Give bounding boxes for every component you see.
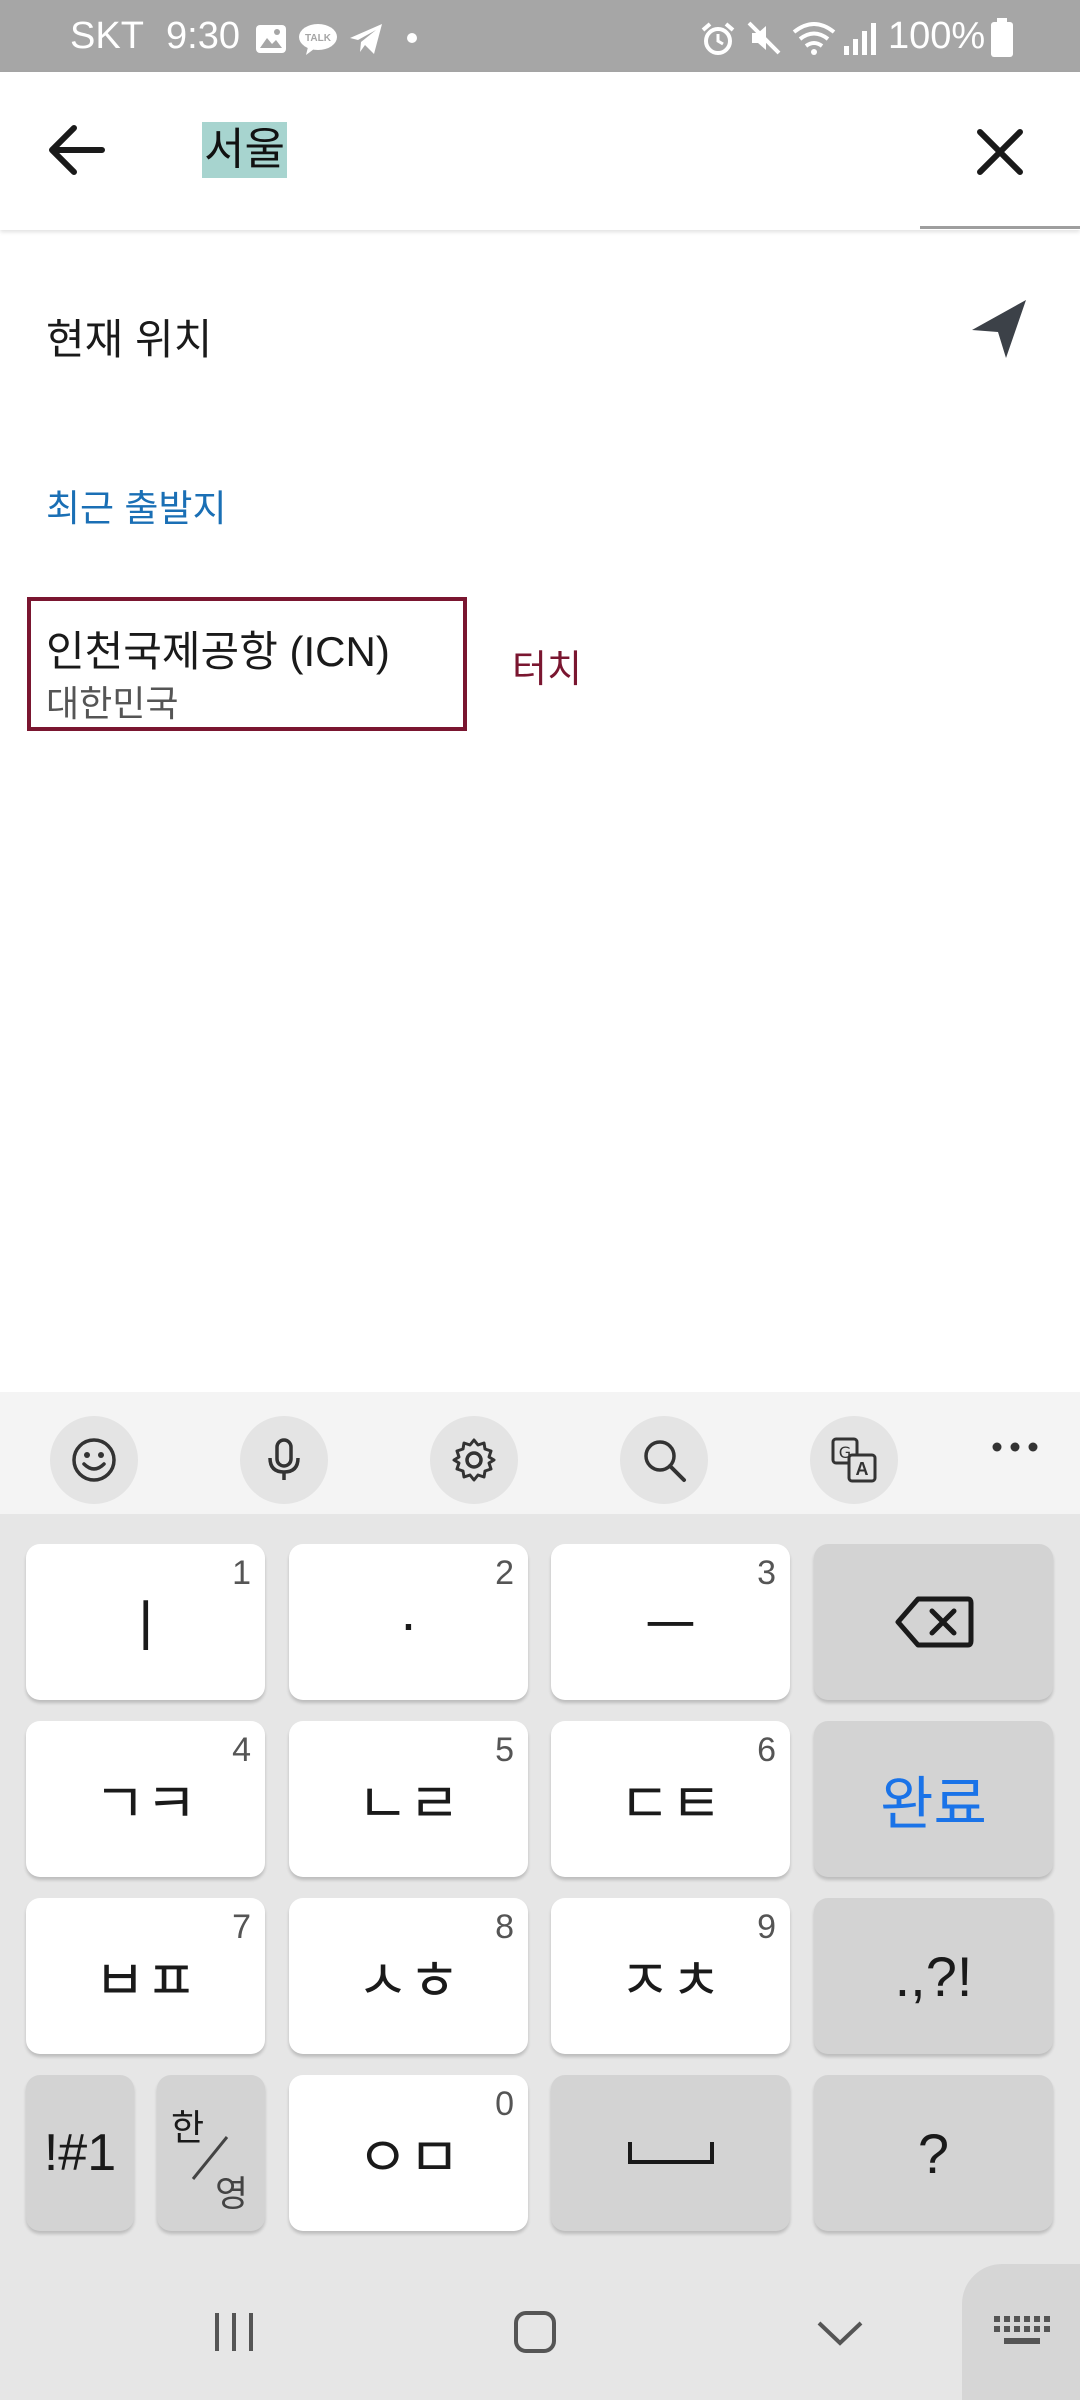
key-label-bottom: 영 — [215, 2173, 249, 2214]
key-s-h[interactable]: 8 ㅅㅎ — [289, 1898, 528, 2054]
navigation-arrow-icon — [972, 300, 1026, 358]
space-key[interactable] — [551, 2075, 790, 2231]
svg-text:TALK: TALK — [305, 33, 332, 44]
key-j-ch[interactable]: 9 ㅈㅊ — [551, 1898, 790, 2054]
translate-icon[interactable]: G A — [810, 1416, 898, 1504]
key-number: 4 — [232, 1731, 251, 1769]
key-n-r[interactable]: 5 ㄴㄹ — [289, 1721, 528, 1877]
done-key[interactable]: 완료 — [814, 1721, 1053, 1877]
image-icon — [256, 25, 286, 53]
key-label: ㄱㅋ — [93, 1771, 198, 1835]
key-d-t[interactable]: 6 ㄷㅌ — [551, 1721, 790, 1877]
question-key[interactable]: ? — [814, 2075, 1053, 2231]
microphone-icon[interactable] — [240, 1416, 328, 1504]
key-number: 2 — [495, 1554, 514, 1592]
key-number: 9 — [757, 1908, 776, 1946]
current-location-row[interactable]: 현재 위치 — [0, 270, 1080, 394]
svg-text:A: A — [856, 1459, 869, 1479]
search-underline — [920, 226, 1080, 229]
key-i[interactable]: 1 ㅣ — [26, 1544, 265, 1700]
key-label: ㅣ — [119, 1594, 172, 1658]
key-label: !#1 — [43, 2124, 117, 2182]
airport-country: 대한민국 — [46, 683, 179, 724]
keyboard: 1 ㅣ 2 · 3 ㅡ 4 ㄱㅋ 5 ㄴㄹ 6 ㄷㅌ 완료 7 ㅂㅍ 8 ㅅㅎ — [0, 1514, 1080, 2400]
current-location-label: 현재 위치 — [46, 316, 213, 363]
key-label: ㄴㄹ — [356, 1771, 461, 1835]
key-number: 1 — [232, 1554, 251, 1592]
keyboard-switch-button[interactable] — [962, 2264, 1080, 2400]
dot-icon — [407, 33, 417, 43]
key-label: ㅅㅎ — [356, 1948, 461, 2012]
recent-departures-header: 최근 출발지 — [46, 488, 227, 529]
carrier-label: SKT — [70, 15, 144, 57]
keyboard-icon — [994, 2316, 1050, 2344]
emoji-icon[interactable] — [50, 1416, 138, 1504]
recent-apps-icon[interactable] — [200, 2304, 268, 2360]
key-label: ㅈㅊ — [618, 1948, 723, 2012]
search-input[interactable]: 서울 — [202, 122, 287, 178]
airport-name: 인천국제공항 (ICN) — [46, 628, 390, 675]
key-label: ㅂㅍ — [93, 1948, 198, 2012]
kakaotalk-icon: TALK — [299, 24, 337, 55]
search-icon[interactable] — [620, 1416, 708, 1504]
status-bar: SKT 9:30 TALK 100% — [0, 0, 1080, 72]
punctuation-key[interactable]: .,?! — [814, 1898, 1053, 2054]
key-number: 0 — [495, 2085, 514, 2123]
clock: 9:30 — [166, 15, 240, 57]
touch-annotation: 터치 — [512, 649, 582, 691]
key-label: · — [399, 1590, 418, 1654]
wifi-icon — [792, 22, 836, 55]
key-label: ㅇㅁ — [356, 2125, 461, 2189]
hide-keyboard-icon[interactable] — [810, 2304, 870, 2360]
keyboard-toolbar: G A — [0, 1392, 1080, 1514]
key-dot[interactable]: 2 · — [289, 1544, 528, 1700]
battery-percent: 100% — [888, 15, 986, 57]
key-number: 7 — [232, 1908, 251, 1946]
backspace-icon — [895, 1596, 973, 1648]
key-label: 완료 — [880, 1772, 987, 1837]
language-switch-key[interactable]: 한 영 — [157, 2075, 265, 2231]
backspace-key[interactable] — [814, 1544, 1053, 1700]
clear-search-icon[interactable] — [976, 128, 1024, 176]
battery-icon — [991, 18, 1013, 57]
search-bar: 서울 — [0, 72, 1080, 230]
key-eu[interactable]: 3 ㅡ — [551, 1544, 790, 1700]
key-number: 3 — [757, 1554, 776, 1592]
key-label: ? — [917, 2121, 950, 2185]
alarm-icon — [701, 22, 735, 55]
space-icon — [627, 2142, 714, 2164]
home-icon[interactable] — [505, 2304, 565, 2360]
signal-icon — [844, 23, 876, 55]
key-label: ㄷㅌ — [618, 1771, 723, 1835]
key-number: 6 — [757, 1731, 776, 1769]
back-arrow-icon[interactable] — [48, 124, 108, 176]
key-g-k[interactable]: 4 ㄱㅋ — [26, 1721, 265, 1877]
key-number: 5 — [495, 1731, 514, 1769]
mute-icon — [747, 21, 781, 55]
key-b-p[interactable]: 7 ㅂㅍ — [26, 1898, 265, 2054]
key-number: 8 — [495, 1908, 514, 1946]
key-label: .,?! — [894, 1944, 973, 2008]
symbols-key[interactable]: !#1 — [26, 2075, 134, 2231]
more-icon[interactable] — [990, 1440, 1040, 1459]
settings-icon[interactable] — [430, 1416, 518, 1504]
key-label: ㅡ — [644, 1594, 697, 1658]
telegram-icon — [350, 24, 382, 54]
key-o-m[interactable]: 0 ㅇㅁ — [289, 2075, 528, 2231]
